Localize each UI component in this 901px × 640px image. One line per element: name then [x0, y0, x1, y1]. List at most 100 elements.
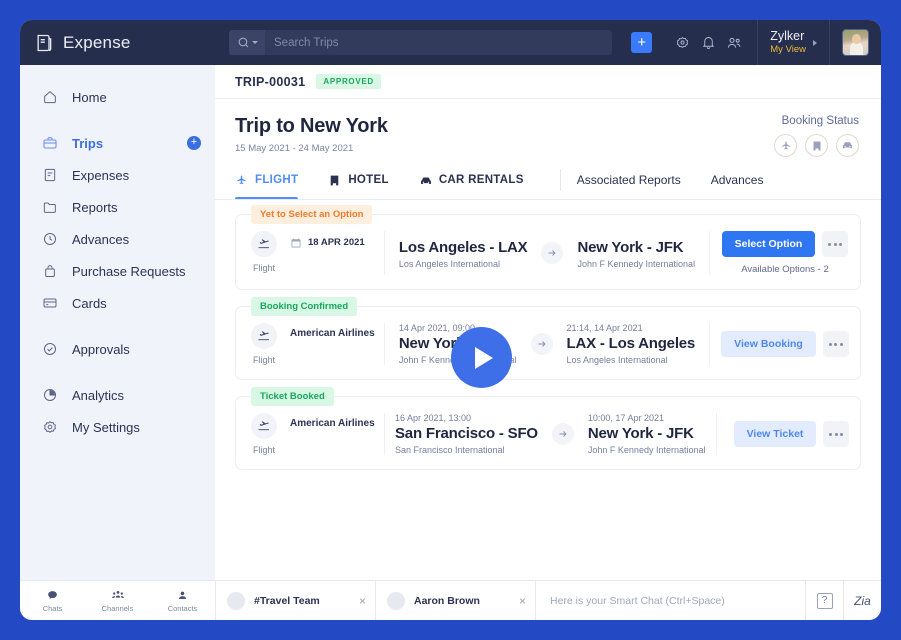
car-icon [419, 174, 432, 187]
view-booking-button[interactable]: View Booking [721, 331, 816, 357]
leg-city: LAX - Los Angeles [566, 335, 696, 352]
more-options-button[interactable] [823, 421, 850, 447]
sidebar-item-label: My Settings [72, 419, 140, 435]
users-icon[interactable] [721, 30, 747, 56]
sidebar: Home Trips + Expenses Reports Advances P… [20, 65, 215, 580]
chat-icon [48, 590, 57, 599]
chat-tab-aaron-brown[interactable]: Aaron Brown × [375, 581, 535, 620]
trip-cards-list[interactable]: Yet to Select an Option Flight 18 APR 20… [215, 200, 881, 580]
sidebar-item-cards[interactable]: Cards [20, 287, 215, 319]
more-options-button[interactable] [822, 231, 849, 257]
hotel-icon [328, 174, 341, 187]
view-ticket-button[interactable]: View Ticket [733, 421, 817, 447]
sidebar-item-label: Expenses [72, 167, 130, 183]
play-button[interactable] [451, 327, 512, 388]
trip-card[interactable]: Ticket Booked Flight American Airlines 1… [235, 387, 861, 470]
search-scope-selector[interactable] [229, 30, 265, 55]
user-name: Zylker [770, 29, 805, 44]
car-icon[interactable] [836, 134, 859, 157]
airline-name: American Airlines [290, 328, 375, 339]
leg-airport: San Francisco International [395, 445, 505, 455]
gear-icon[interactable] [669, 30, 695, 56]
add-trip-button[interactable]: + [187, 136, 201, 150]
card-date: 18 APR 2021 [290, 231, 365, 248]
channels-button[interactable]: Channels [85, 588, 150, 613]
bag-icon [42, 263, 58, 279]
sidebar-item-label: Cards [72, 295, 107, 311]
search-bar[interactable] [229, 30, 612, 55]
hotel-icon[interactable] [805, 134, 828, 157]
bell-icon[interactable] [695, 30, 721, 56]
smart-chat-input[interactable] [550, 594, 791, 607]
trip-card[interactable]: Booking Confirmed Flight American Airlin… [235, 297, 861, 380]
plane-icon[interactable] [774, 134, 797, 157]
card-status-tag: Yet to Select an Option [251, 205, 373, 224]
card-route: Los Angeles - LAX Los Angeles Internatio… [384, 231, 710, 275]
select-option-button[interactable]: Select Option [721, 231, 816, 257]
leg-time: 10:00, 17 Apr 2021 [587, 413, 664, 423]
user-menu[interactable]: Zylker My View [757, 20, 830, 65]
chat-tab-travel-team[interactable]: #Travel Team × [215, 581, 375, 620]
trip-card[interactable]: Yet to Select an Option Flight 18 APR 20… [235, 205, 861, 290]
bottom-bar: Chats Channels Contacts #Travel Team × A… [20, 580, 881, 620]
card-leg-from: Los Angeles - LAX Los Angeles Internatio… [399, 237, 528, 269]
tab-hotel[interactable]: HOTEL [328, 161, 404, 199]
sidebar-item-my-settings[interactable]: My Settings [20, 411, 215, 443]
avatar[interactable] [842, 29, 869, 56]
briefcase-icon [42, 135, 58, 151]
card-type-column: Flight American Airlines [236, 323, 384, 365]
page-title: Trip to New York [235, 115, 388, 137]
arrow-right-icon [551, 423, 574, 445]
leg-time: 21:14, 14 Apr 2021 [566, 323, 643, 333]
tab-label: CAR RENTALS [438, 174, 524, 186]
card-route: 16 Apr 2021, 13:00 San Francisco - SFO S… [384, 413, 717, 455]
receipt-icon [42, 167, 58, 183]
booking-status: Booking Status [774, 115, 859, 157]
play-icon [474, 346, 493, 369]
search-input[interactable] [265, 36, 612, 49]
trip-id: TRIP-00031 [235, 74, 306, 89]
contacts-button[interactable]: Contacts [150, 589, 215, 613]
more-options-button[interactable] [822, 331, 849, 357]
tab-associated-reports[interactable]: Associated Reports [577, 161, 681, 199]
smart-chat-field[interactable] [535, 581, 805, 620]
tab-car-rentals[interactable]: CAR RENTALS [419, 161, 540, 199]
chats-button[interactable]: Chats [20, 589, 85, 613]
gear-icon [42, 419, 58, 435]
sidebar-item-expenses[interactable]: Expenses [20, 159, 215, 191]
card-date-label: 18 APR 2021 [308, 236, 365, 248]
sidebar-item-purchase-requests[interactable]: Purchase Requests [20, 255, 215, 287]
sidebar-item-label: Reports [72, 199, 118, 215]
sidebar-item-trips[interactable]: Trips + [20, 127, 215, 159]
chat-tab-label: #Travel Team [254, 594, 320, 607]
folder-icon [42, 199, 58, 215]
card-type-label: Flight [252, 355, 275, 365]
check-circle-icon [42, 341, 58, 357]
booking-status-label: Booking Status [781, 115, 859, 127]
body-area: Home Trips + Expenses Reports Advances P… [20, 65, 881, 580]
trip-dates: 15 May 2021 - 24 May 2021 [235, 143, 354, 154]
sidebar-item-analytics[interactable]: Analytics [20, 379, 215, 411]
zia-button[interactable]: Zia [843, 581, 881, 620]
card-icon [42, 295, 58, 311]
status-badge: APPROVED [316, 74, 381, 89]
card-actions: Select Option Available Options - 2 [710, 231, 860, 275]
card-status-tag: Booking Confirmed [251, 297, 358, 316]
help-button[interactable]: ? [805, 581, 843, 620]
sidebar-item-advances[interactable]: Advances [20, 223, 215, 255]
brand[interactable]: Expense [34, 33, 229, 53]
add-button[interactable]: + [631, 32, 653, 53]
tab-advances[interactable]: Advances [711, 161, 764, 199]
close-icon[interactable]: × [519, 594, 526, 608]
plane-takeoff-icon [251, 231, 277, 257]
close-icon[interactable]: × [359, 594, 366, 608]
sidebar-item-reports[interactable]: Reports [20, 191, 215, 223]
tab-label: Associated Reports [576, 173, 681, 187]
tab-flight[interactable]: FLIGHT [235, 161, 314, 199]
sidebar-item-approvals[interactable]: Approvals [20, 333, 215, 365]
plane-takeoff-icon [251, 413, 277, 439]
brand-name: Expense [63, 32, 131, 52]
sidebar-item-home[interactable]: Home [20, 81, 215, 113]
